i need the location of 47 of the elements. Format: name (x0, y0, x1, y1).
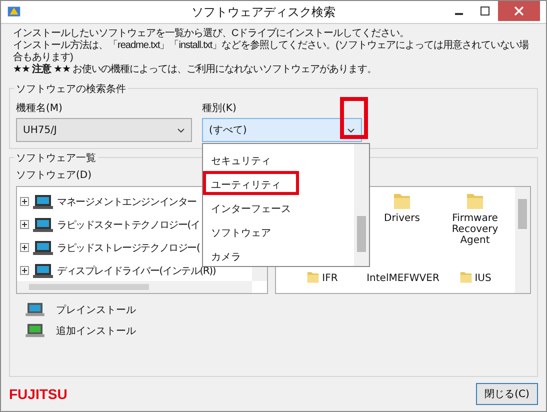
scrollbar[interactable] (17, 281, 252, 293)
kind-label: 種別(K) (202, 102, 238, 115)
folder-label[interactable]: IntelMEFWVER (366, 272, 440, 284)
tree-item[interactable]: マネージメントエンジンインター (57, 194, 197, 208)
laptop-icon (32, 240, 54, 256)
instruction-text: ★★ 注意 ★★ お使いの機種によっては、ご利用になれないソフトウェアがあります。 (13, 64, 378, 76)
legend-text: プレインストール (56, 304, 136, 316)
model-dropdown[interactable]: UH75/J (16, 118, 192, 142)
scrollbar[interactable] (515, 187, 530, 293)
dropdown-option[interactable]: ソフトウェア (203, 219, 354, 243)
folder-label[interactable]: IFR (322, 272, 338, 284)
group-legend: ソフトウェアの検索条件 (14, 82, 128, 96)
laptop-icon (32, 216, 54, 232)
folder-label[interactable]: IUS (474, 272, 492, 284)
expand-icon[interactable] (20, 197, 29, 206)
kind-dropdown[interactable]: (すべて) (202, 118, 362, 142)
chevron-down-icon (347, 128, 355, 132)
laptop-icon (32, 194, 54, 210)
instruction-text: インストールしたいソフトウェアを一覧から選び、Cドライブにインストールしてください。 (13, 28, 410, 40)
expand-icon[interactable] (20, 220, 29, 229)
group-legend: ソフトウェア一覧 (14, 151, 98, 165)
dropdown-option[interactable]: セキュリティ (203, 147, 354, 171)
expand-icon[interactable] (20, 243, 29, 252)
folder-label[interactable]: Firmware Recovery Agent (436, 213, 514, 246)
dropdown-option[interactable]: ユーティリティ (203, 171, 299, 195)
software-label: ソフトウェア(D) (16, 169, 93, 182)
instruction-text: インストール方法は、「readme.txt」「install.txt」などを参照してください。(ソフトウェアによっては用意されていない場合もあります) (13, 40, 530, 63)
tree-item[interactable]: ラピッドスタートテクノロジー(イ (57, 218, 200, 232)
close-icon (514, 6, 524, 16)
legend-text: 追加インストール (56, 324, 136, 338)
window-title: ソフトウェアディスク検索 (192, 4, 336, 20)
app-icon (7, 5, 21, 19)
laptop-icon (24, 302, 46, 317)
laptop-icon (32, 262, 54, 278)
minimize-icon (455, 13, 463, 15)
scrollbar[interactable] (354, 144, 369, 266)
expand-icon[interactable] (20, 266, 29, 275)
close-dialog-button[interactable]: 閉じる(C) (476, 383, 538, 405)
brand-logo: FUJITSU (9, 386, 68, 402)
tree-item[interactable]: ラピッドストレージテクノロジー( (57, 240, 200, 254)
chevron-down-icon (177, 128, 185, 132)
laptop-icon (24, 323, 46, 338)
close-button[interactable] (498, 1, 540, 21)
model-label: 機種名(M) (16, 102, 64, 115)
dropdown-option[interactable]: インターフェース (203, 195, 354, 219)
folder-label[interactable]: Drivers (384, 213, 420, 224)
maximize-icon (480, 6, 490, 16)
